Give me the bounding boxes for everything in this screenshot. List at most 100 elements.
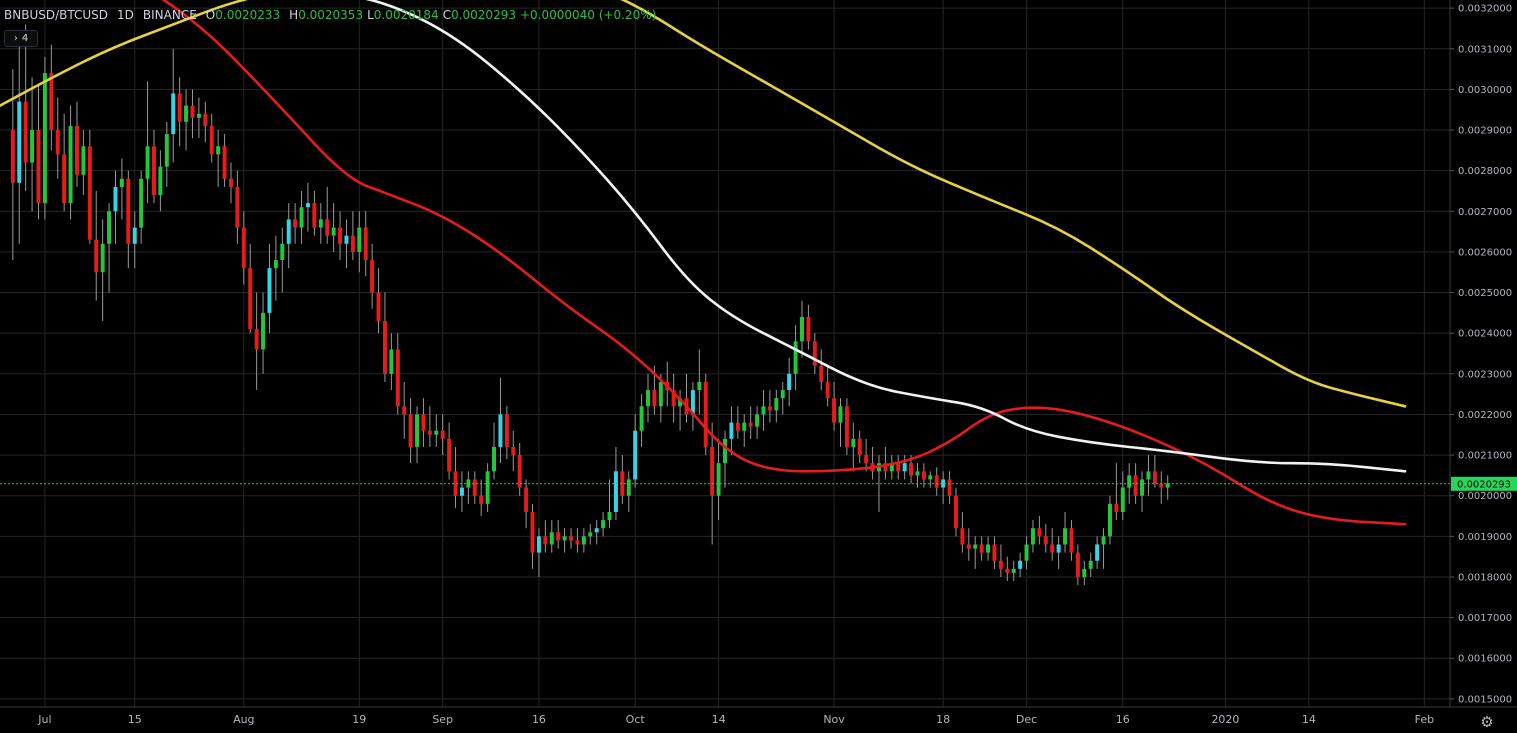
indicators-toggle-button[interactable]: › 4	[4, 30, 38, 47]
candle-body	[459, 487, 464, 496]
candle-body	[408, 414, 413, 447]
candle-body	[825, 381, 830, 399]
price-tick-label: 0.0030000	[1458, 85, 1512, 96]
candle-body	[915, 471, 920, 476]
candle-body	[100, 243, 105, 273]
ohlc-open-value: 0.0020233	[215, 8, 281, 22]
candle-body	[261, 312, 266, 350]
candle-body	[921, 471, 926, 480]
candle-body	[42, 73, 47, 204]
candle-body	[973, 544, 978, 549]
time-tick-label: 14	[712, 713, 726, 726]
last-price-tag-value: 0.0020293	[1457, 479, 1511, 490]
symbol-label[interactable]: BNBUSD/BTCUSD	[4, 8, 108, 22]
time-tick-label: Nov	[823, 713, 845, 726]
time-tick-label: Jul	[37, 713, 51, 726]
candle-body	[549, 532, 554, 545]
price-tick-label: 0.0019000	[1458, 532, 1512, 543]
candle-body	[325, 219, 330, 236]
candle-body	[639, 406, 644, 431]
candle-body	[800, 316, 804, 342]
candle-body	[209, 125, 214, 155]
candle-body	[767, 406, 772, 411]
candle-body	[216, 146, 221, 155]
candle-body	[87, 146, 92, 240]
interval-label[interactable]: 1D	[117, 8, 134, 22]
candle-body	[440, 430, 445, 439]
price-axis[interactable]: 0.0015000 0.0016000 0.0017000 0.0018000 0.00…	[1449, 0, 1517, 707]
candle-body	[511, 446, 516, 456]
candle-body	[30, 130, 35, 163]
price-tick-label: 0.0015000	[1458, 694, 1512, 705]
candle-body	[755, 414, 760, 427]
candle-body	[896, 463, 901, 472]
candle-body	[94, 239, 99, 273]
candle-body	[992, 544, 997, 561]
candle-body	[979, 544, 984, 553]
candle-body	[1069, 528, 1074, 553]
candle-body	[723, 438, 727, 464]
candle-body	[17, 101, 22, 183]
candle-body	[479, 495, 484, 504]
candle-body	[524, 487, 529, 512]
candle-body	[472, 479, 477, 496]
chart-background	[0, 0, 1517, 733]
ohlc-high-key: H	[289, 8, 299, 22]
candle-body	[864, 455, 869, 464]
candle-body	[312, 203, 317, 228]
candle-body	[190, 105, 195, 118]
candle-body	[203, 113, 208, 126]
ohlc-high: H0.0020353	[289, 8, 363, 22]
candle-body	[947, 479, 952, 496]
candle-body	[55, 130, 60, 155]
candle-body	[1107, 503, 1112, 537]
candle-body	[1043, 536, 1048, 545]
candle-body	[62, 154, 67, 204]
candle-body	[318, 219, 323, 228]
candle-body	[1037, 528, 1042, 537]
price-chart[interactable]: 0.0015000 0.0016000 0.0017000 0.0018000 0.00…	[0, 0, 1517, 733]
candle-body	[344, 235, 349, 244]
exchange-label: BINANCE	[142, 8, 197, 22]
candle-body	[710, 446, 715, 496]
gear-icon[interactable]: ⚙	[1479, 714, 1495, 730]
candle-body	[382, 320, 387, 374]
candle-body	[960, 528, 965, 545]
candle-body	[844, 406, 849, 447]
candle-body	[23, 101, 28, 163]
price-tick-label: 0.0031000	[1458, 44, 1512, 55]
candle-body	[1063, 528, 1068, 545]
candle-body	[787, 373, 792, 391]
time-tick-label: Feb	[1415, 713, 1434, 726]
candle-body	[1127, 475, 1132, 488]
candle-body	[68, 125, 73, 204]
time-tick-label: 16	[1116, 713, 1130, 726]
time-tick-label: Dec	[1016, 713, 1037, 726]
candle-body	[633, 430, 638, 480]
price-axis-background	[1450, 0, 1517, 707]
time-axis[interactable]: Jul 15 Aug 19 Sep 16 Oct 14 Nov 18 Dec 16 2020 14 Feb	[0, 706, 1517, 733]
chevron-right-icon: ›	[13, 33, 18, 44]
candle-body	[331, 227, 336, 236]
candle-body	[132, 227, 137, 244]
candle-body	[761, 406, 766, 415]
candle-body	[10, 130, 15, 183]
time-tick-label: 18	[936, 713, 950, 726]
candle-body	[305, 203, 310, 208]
candle-body	[581, 536, 586, 545]
price-tick-label: 0.0032000	[1458, 4, 1512, 15]
time-tick-label: 2020	[1211, 713, 1239, 726]
price-tick-label: 0.0029000	[1458, 126, 1512, 137]
candle-body	[164, 134, 169, 167]
price-tick-label: 0.0026000	[1458, 247, 1512, 258]
ohlc-close-value: 0.0020293	[451, 8, 516, 22]
candle-body	[646, 390, 650, 407]
candle-body	[748, 422, 753, 427]
last-price-tag: 0.0020293	[1451, 476, 1517, 491]
candle-body	[49, 73, 54, 131]
candle-body	[1030, 528, 1035, 545]
ohlc-change: +0.0000040 (+0.20%)	[519, 8, 657, 22]
candle-body	[357, 227, 362, 252]
candle-body	[1075, 552, 1080, 577]
candle-body	[145, 146, 150, 179]
